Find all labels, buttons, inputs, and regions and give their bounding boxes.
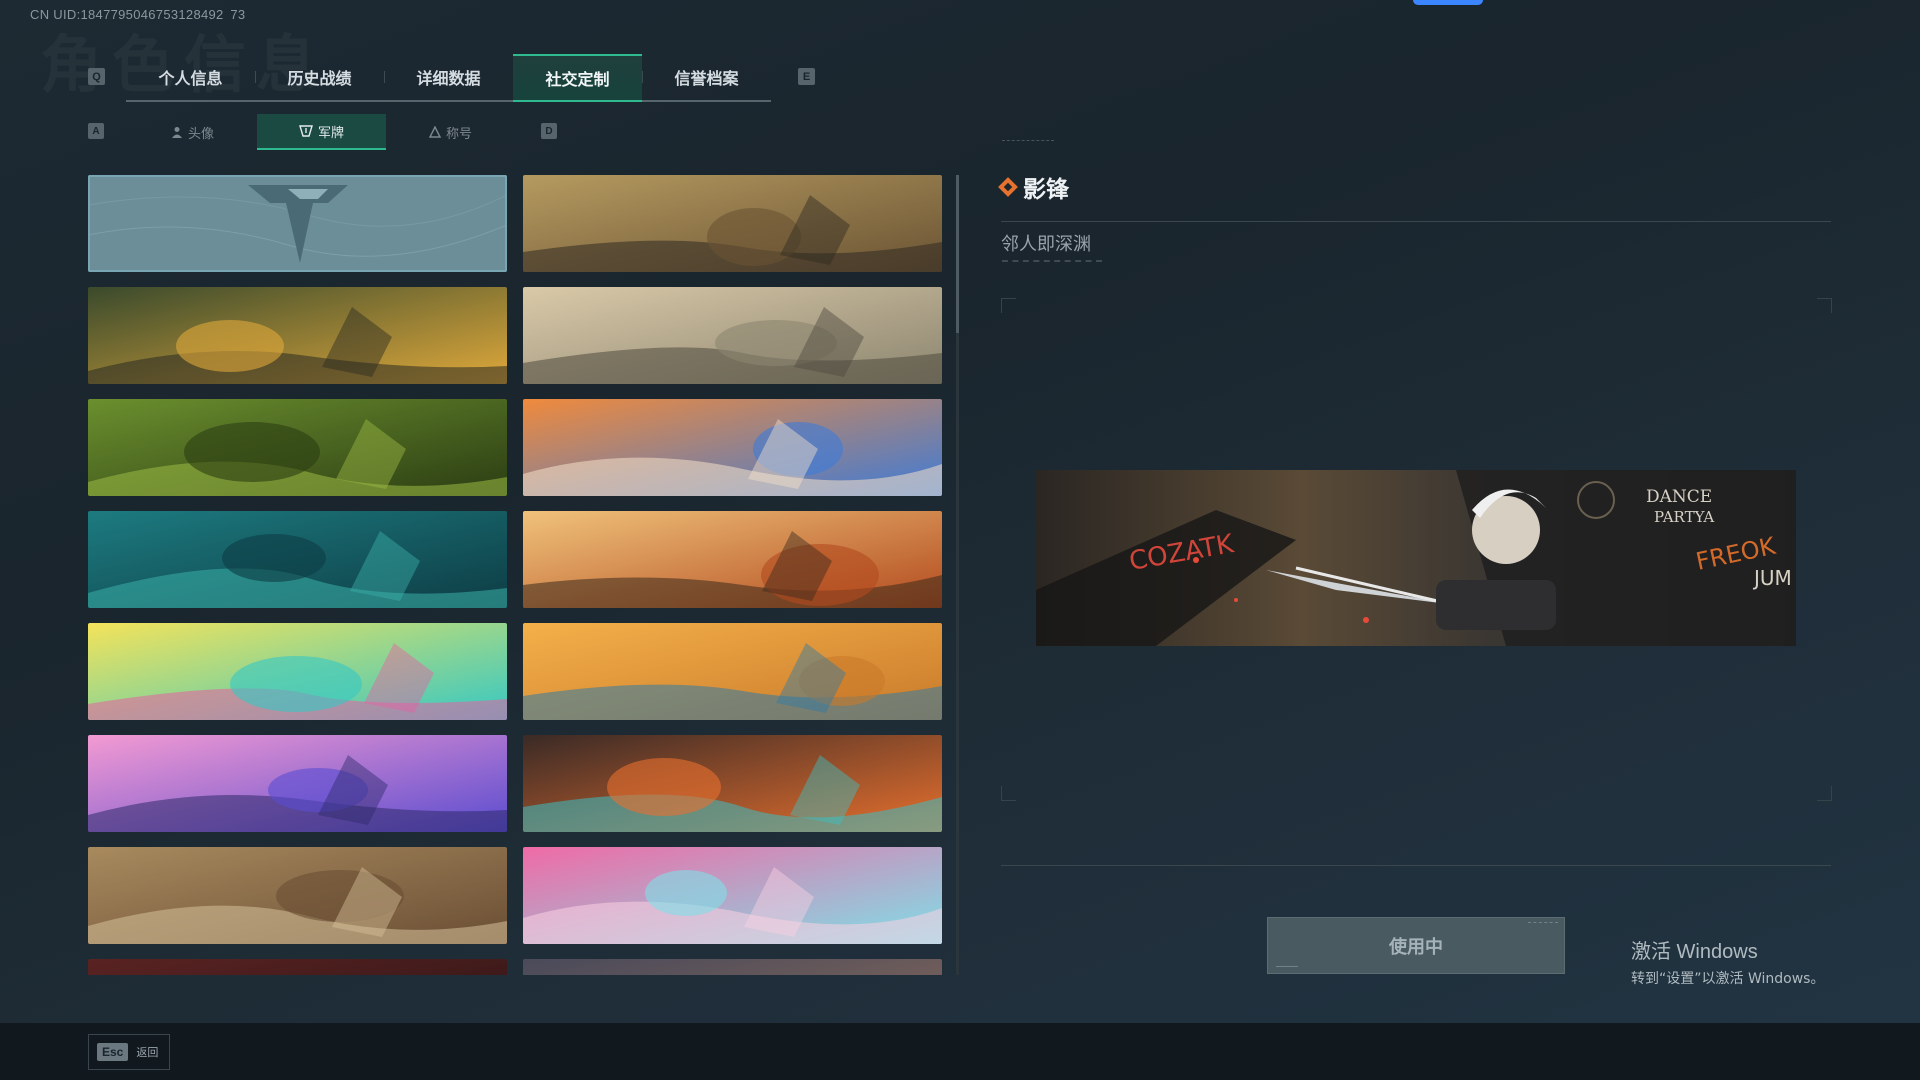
subtab-2[interactable]: 称号 — [386, 114, 515, 150]
banner-grid — [88, 175, 943, 975]
person-icon — [171, 126, 183, 138]
badge-icon — [299, 125, 313, 137]
banner-card-teal-gym[interactable] — [88, 511, 507, 608]
banner-card-weapons-table[interactable] — [88, 287, 507, 384]
subtab-next-key[interactable]: D — [541, 123, 557, 139]
activate-title: 激活 Windows — [1631, 941, 1758, 963]
tab-prev-key[interactable]: Q — [88, 68, 105, 85]
in-use-button[interactable]: 使用中 — [1267, 917, 1565, 974]
subtab-prev-key[interactable]: A — [88, 123, 104, 139]
banner-card-orange-soldiers[interactable] — [523, 511, 942, 608]
frame-corner-br — [1817, 786, 1832, 801]
tab-3[interactable]: 社交定制 — [513, 54, 642, 102]
banner-card-desert-dunes[interactable] — [523, 623, 942, 720]
banner-card-pink-train[interactable] — [88, 735, 507, 832]
sub-tabs: 头像 军牌 称号 — [128, 114, 515, 150]
banner-preview: COZATK DANCE PARTYA FREOK JUM — [1036, 470, 1796, 646]
divider — [1001, 221, 1831, 222]
main-tabs: 个人信息 历史战绩 详细数据 社交定制 信誉档案 — [126, 54, 771, 102]
detail-header: 影锋 — [998, 170, 1069, 204]
rarity-diamond-icon — [998, 177, 1018, 197]
frame-corner-tl — [1001, 298, 1016, 313]
frame-corner-tr — [1817, 298, 1832, 313]
subtab-0[interactable]: 头像 — [128, 114, 257, 150]
subtab-label: 军牌 — [317, 125, 344, 141]
tab-2[interactable]: 详细数据 — [384, 54, 513, 100]
subtab-label: 头像 — [187, 126, 214, 142]
windows-activation-watermark: 激活 Windows 转到“设置”以激活 Windows。 — [1631, 935, 1824, 988]
banner-card-hearts-girl[interactable] — [523, 847, 942, 944]
banner-card-dark-red[interactable] — [88, 959, 507, 975]
subtab-label: 称号 — [445, 126, 472, 142]
banner-card-helicopter-desert[interactable] — [523, 175, 942, 272]
detail-name: 影锋 — [1023, 177, 1069, 203]
tab-0[interactable]: 个人信息 — [126, 54, 255, 100]
scrollbar-thumb[interactable] — [956, 175, 959, 333]
preview-graffiti-3: PARTYA — [1654, 508, 1714, 526]
esc-key: Esc — [97, 1043, 129, 1061]
detail-decor-line — [1002, 140, 1054, 143]
banner-card-night-vision[interactable] — [88, 399, 507, 496]
banner-preview-art: COZATK DANCE PARTYA FREOK JUM — [1036, 470, 1796, 646]
banner-card-sniper-sunset[interactable] — [523, 287, 942, 384]
footer-bar — [0, 1023, 1920, 1080]
back-button[interactable]: Esc 返回 — [88, 1034, 170, 1070]
tab-4[interactable]: 信誉档案 — [642, 54, 771, 100]
banner-card-dusk[interactable] — [523, 959, 942, 975]
subtab-1[interactable]: 军牌 — [257, 114, 386, 150]
banner-card-western-town[interactable] — [88, 847, 507, 944]
divider-bottom — [1001, 865, 1831, 866]
title-icon — [428, 126, 441, 138]
back-label: 返回 — [136, 1046, 159, 1059]
banner-card-tactical-logo[interactable] — [88, 175, 507, 272]
preview-graffiti-5: JUM — [1752, 566, 1792, 590]
activate-subtitle: 转到“设置”以激活 Windows。 — [1631, 971, 1825, 987]
detail-subtitle: 邻人即深渊 — [1001, 234, 1091, 255]
tab-next-key[interactable]: E — [798, 68, 815, 85]
banner-card-music-pop[interactable] — [88, 623, 507, 720]
top-indicator — [1413, 0, 1483, 5]
frame-corner-bl — [1001, 786, 1016, 801]
tab-1[interactable]: 历史战绩 — [255, 54, 384, 100]
preview-graffiti-2: DANCE — [1646, 487, 1712, 507]
subtitle-decor-bar — [1002, 260, 1102, 265]
banner-card-feather-tribal[interactable] — [523, 735, 942, 832]
banner-card-blue-orange-art[interactable] — [523, 399, 942, 496]
